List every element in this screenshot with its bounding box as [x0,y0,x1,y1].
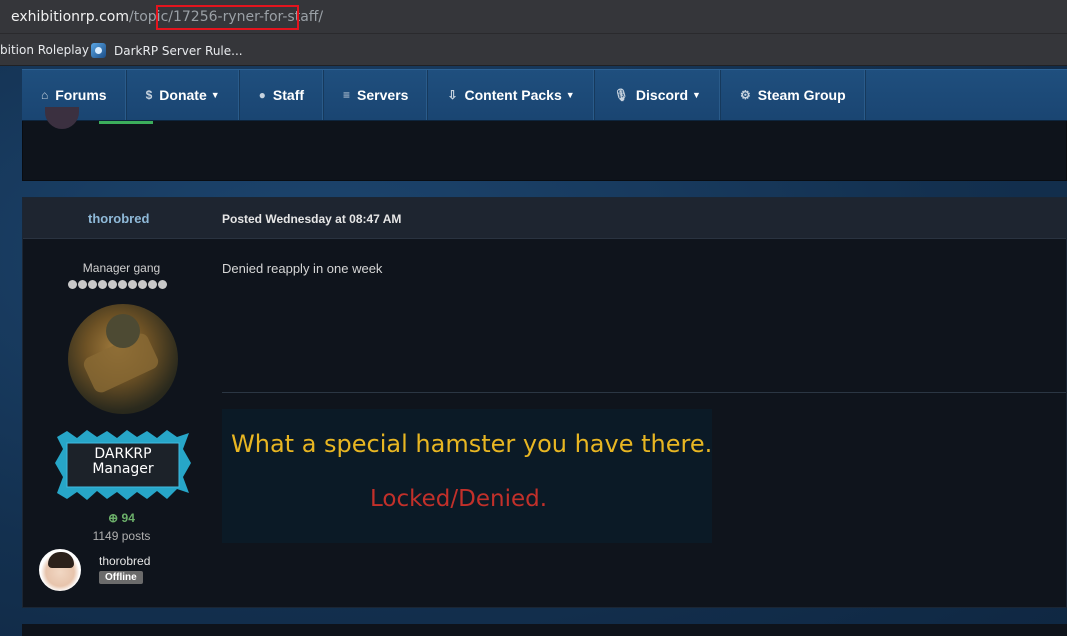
microphone-icon: 🎙 [613,88,629,102]
download-icon: ⇩ [447,88,458,102]
pip-icon [108,280,117,289]
favicon-icon [91,43,106,58]
chevron-down-icon: ▼ [692,90,701,100]
pip-icon [138,280,147,289]
rank-label: DARKRP Manager [84,444,162,482]
nav-label: Steam Group [757,87,846,103]
pip-icon [88,280,97,289]
post-body: Denied reapply in one week What a specia… [222,239,1066,608]
rank-line1: DARKRP [94,446,152,462]
signature-line: Locked/Denied. [370,486,548,512]
post-date[interactable]: Posted Wednesday at 08:47 AM [222,212,401,226]
nav-discord[interactable]: 🎙 Discord ▼ [595,70,721,120]
post-count: 1149 posts [92,529,151,543]
plus-circle-icon: ⊕ [108,511,119,525]
post-header: thorobred Posted Wednesday at 08:47 AM [23,198,1066,239]
pip-icon [148,280,157,289]
rank-line2: Manager [92,461,154,477]
nav-label: Donate [159,87,207,103]
nav-label: Content Packs [464,87,562,103]
nav-label: Discord [635,87,689,103]
group-title: Manager gang [82,261,161,275]
status-badge: Offline [99,571,143,584]
bookmark-label: DarkRP Server Rule... [114,43,243,58]
pip-icon [118,280,127,289]
nav-steam-group[interactable]: ⚙ Steam Group [721,70,866,120]
chevron-down-icon: ▼ [565,90,575,100]
url-host: exhibitionrp.com [11,9,130,25]
main-nav: ⌂ Forums $ Donate ▼ ● Staff ≡ Servers ⇩ … [22,69,1067,121]
avatar[interactable] [68,304,178,414]
avatar[interactable] [37,547,83,593]
next-post [22,624,1067,636]
forum-post: thorobred Posted Wednesday at 08:47 AM M… [22,197,1067,608]
dollar-icon: $ [145,88,153,102]
pip-icon [98,280,107,289]
server-icon: ≡ [343,88,351,102]
previous-post [22,107,1067,181]
rank-pips [68,280,167,289]
pip-icon [78,280,87,289]
avatar [45,107,79,129]
bookmark-darkrp-rules[interactable]: DarkRP Server Rule... [91,43,243,58]
chevron-down-icon: ▼ [210,90,220,100]
rank-badge: DARKRP Manager [53,429,193,501]
reputation-value: 94 [121,511,135,525]
url-highlight-box [156,5,299,30]
nav-content-packs[interactable]: ⇩ Content Packs ▼ [428,70,595,120]
address-bar[interactable]: exhibitionrp.com/topic/17256-ryner-for-s… [0,0,1067,34]
pip-icon [68,280,77,289]
bookmark-exhibition-roleplay[interactable]: bition Roleplay [0,43,89,57]
nav-staff[interactable]: ● Staff [240,70,325,120]
home-icon: ⌂ [41,88,49,102]
pip-icon [128,280,137,289]
steam-icon: ⚙ [739,88,751,102]
post-author-link[interactable]: thorobred [88,211,149,226]
post-content: Denied reapply in one week [222,261,383,276]
user-icon: ● [258,88,266,102]
reputation: ⊕ 94 [23,511,220,525]
bookmark-label: bition Roleplay [0,43,90,57]
username[interactable]: thorobred [99,554,150,568]
signature-line: What a special hamster you have there. [231,430,713,458]
author-info: Manager gang DARKRP Manager ⊕ 94 1149 po… [23,239,220,608]
signature: What a special hamster you have there. L… [222,409,712,543]
nav-label: Servers [357,87,409,103]
nav-label: Forums [55,87,107,103]
nav-servers[interactable]: ≡ Servers [324,70,429,120]
signature-divider [222,392,1066,393]
nav-donate[interactable]: $ Donate ▼ [127,70,240,120]
bookmarks-bar: bition Roleplay DarkRP Server Rule... [0,34,1067,66]
nav-label: Staff [272,87,305,103]
status-badge [99,121,153,124]
pip-icon [158,280,167,289]
